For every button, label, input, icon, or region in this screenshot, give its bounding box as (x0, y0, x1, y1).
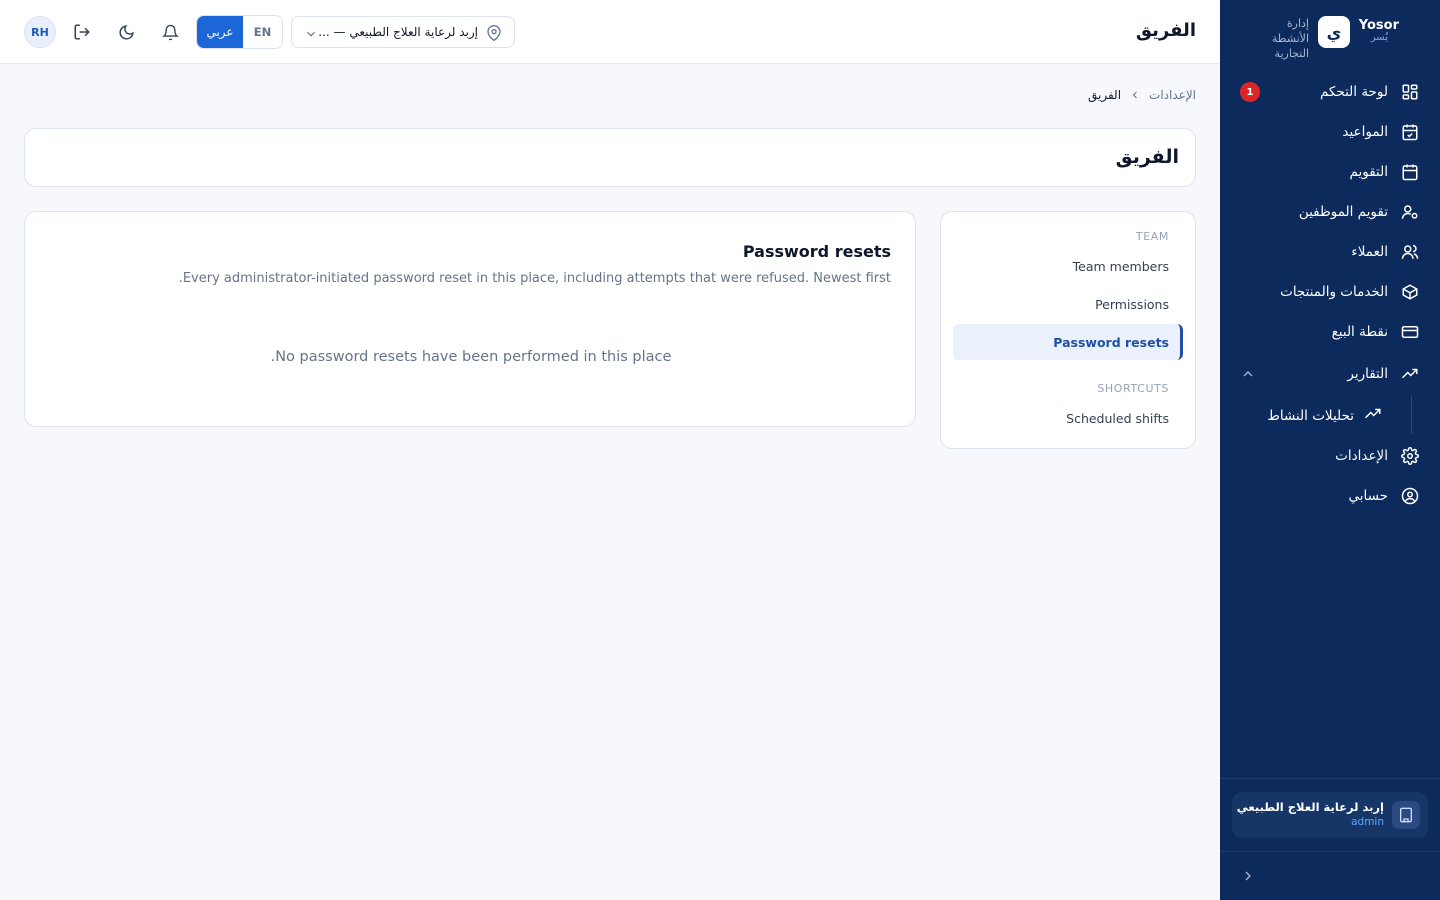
sidebar-item-clients[interactable]: العملاء (1240, 232, 1420, 272)
sidebar-item-dashboard[interactable]: لوحة التحكم 1 (1240, 72, 1420, 112)
sidebar-item-label: نقطة البيع (1331, 324, 1388, 340)
org-name: إربد لرعاية العلاج الطبيعي (1236, 800, 1384, 814)
card-title: Password resets (742, 242, 891, 261)
menu-section-team: TEAM (1135, 230, 1169, 243)
sidebar-item-label: التقويم (1349, 164, 1388, 180)
chevron-down-icon (304, 26, 318, 40)
sidebar-item-appointments[interactable]: المواعيد (1240, 112, 1420, 152)
lang-en-button[interactable]: EN (243, 16, 282, 48)
box-icon (1400, 282, 1420, 302)
brand-logo-glyph: ي (1326, 22, 1342, 42)
team-settings-menu: TEAM Team members Permissions Password r… (940, 211, 1196, 449)
menu-item-team-members[interactable]: Team members (953, 248, 1183, 284)
credit-card-icon (1400, 322, 1420, 342)
header-title: الفريق (1135, 20, 1196, 41)
dashboard-icon (1400, 82, 1420, 102)
calendar-icon (1400, 162, 1420, 182)
avatar[interactable]: RH (24, 16, 56, 48)
menu-section-shortcuts: SHORTCUTS (1097, 382, 1169, 395)
sidebar: ي Yosor يُسر إدارة الأنشطة التجارية لوحة… (1220, 0, 1440, 900)
breadcrumb-current: الفريق (1088, 88, 1122, 102)
location-select[interactable]: إربد لرعاية العلاج الطبيعي — ... (291, 16, 515, 48)
sidebar-item-label: الخدمات والمنتجات (1280, 284, 1388, 300)
sidebar-divider (1220, 851, 1440, 852)
logout-icon[interactable] (72, 22, 92, 42)
breadcrumb-settings-link[interactable]: الإعدادات (1149, 88, 1196, 102)
location-value: إربد لرعاية العلاج الطبيعي — ... (318, 25, 478, 39)
sidebar-item-reports[interactable]: التقارير (1240, 354, 1420, 394)
chevron-left-icon (1129, 89, 1141, 101)
brand-name: Yosor (1358, 18, 1399, 33)
empty-state-message: No password resets have been performed i… (270, 349, 672, 365)
brand-logo: ي (1318, 16, 1350, 48)
trending-up-icon (1400, 364, 1420, 384)
collapse-sidebar-button[interactable] (1240, 868, 1256, 884)
sidebar-item-account[interactable]: حسابي (1240, 476, 1420, 516)
sidebar-item-label: الإعدادات (1335, 448, 1388, 464)
top-header: الفريق RH عربي EN إربد لرعاية العلاج الط… (0, 0, 1220, 64)
language-toggle: عربي EN (196, 15, 283, 49)
moon-icon[interactable] (116, 22, 136, 42)
sidebar-item-label: حسابي (1348, 488, 1388, 504)
sidebar-subitem-activity-analytics[interactable]: تحليلات النشاط (1242, 396, 1382, 436)
password-resets-card: Password resets Every administrator-init… (24, 211, 916, 427)
user-circle-icon (1400, 486, 1420, 506)
brand-name-ar: يُسر (1370, 32, 1388, 43)
menu-item-password-resets[interactable]: Password resets (953, 324, 1183, 360)
map-pin-icon (486, 25, 502, 42)
org-switcher[interactable]: إربد لرعاية العلاج الطبيعي admin (1232, 792, 1428, 838)
sidebar-item-label: التقارير (1347, 366, 1388, 382)
card-description: Every administrator-initiated password r… (178, 271, 891, 286)
users-icon (1400, 242, 1420, 262)
menu-item-scheduled-shifts[interactable]: Scheduled shifts (953, 400, 1183, 436)
sidebar-item-label: تحليلات النشاط (1267, 408, 1354, 424)
trending-up-icon (1364, 405, 1382, 427)
user-settings-icon (1400, 202, 1420, 222)
notification-badge: 1 (1240, 82, 1260, 102)
sidebar-divider (1220, 778, 1440, 779)
sidebar-item-staff-calendar[interactable]: تقويم الموظفين (1240, 192, 1420, 232)
sidebar-item-services[interactable]: الخدمات والمنتجات (1240, 272, 1420, 312)
sidebar-item-label: المواعيد (1342, 124, 1388, 140)
brand-tagline: إدارة الأنشطة التجارية (1271, 17, 1309, 60)
sidebar-item-label: لوحة التحكم (1319, 84, 1388, 100)
brand: ي Yosor يُسر إدارة الأنشطة التجارية (1220, 0, 1440, 64)
sidebar-item-label: تقويم الموظفين (1298, 204, 1388, 220)
sidebar-item-calendar[interactable]: التقويم (1240, 152, 1420, 192)
bell-icon[interactable] (160, 22, 180, 42)
gear-icon (1400, 446, 1420, 466)
sidebar-item-label: العملاء (1351, 244, 1388, 260)
sidebar-item-settings[interactable]: الإعدادات (1240, 436, 1420, 476)
chevron-right-icon (1245, 871, 1251, 881)
chevron-up-icon[interactable] (1240, 366, 1256, 382)
breadcrumb: الإعدادات الفريق (1088, 88, 1196, 102)
org-role: admin (1351, 816, 1384, 828)
submenu-line (1411, 396, 1412, 434)
page-title-card: الفريق (24, 128, 1196, 187)
calendar-check-icon (1400, 122, 1420, 142)
page-title: الفريق (1115, 146, 1179, 168)
sidebar-item-pos[interactable]: نقطة البيع (1240, 312, 1420, 352)
building-icon (1392, 801, 1420, 829)
menu-item-permissions[interactable]: Permissions (953, 286, 1183, 322)
lang-ar-button[interactable]: عربي (197, 16, 243, 48)
